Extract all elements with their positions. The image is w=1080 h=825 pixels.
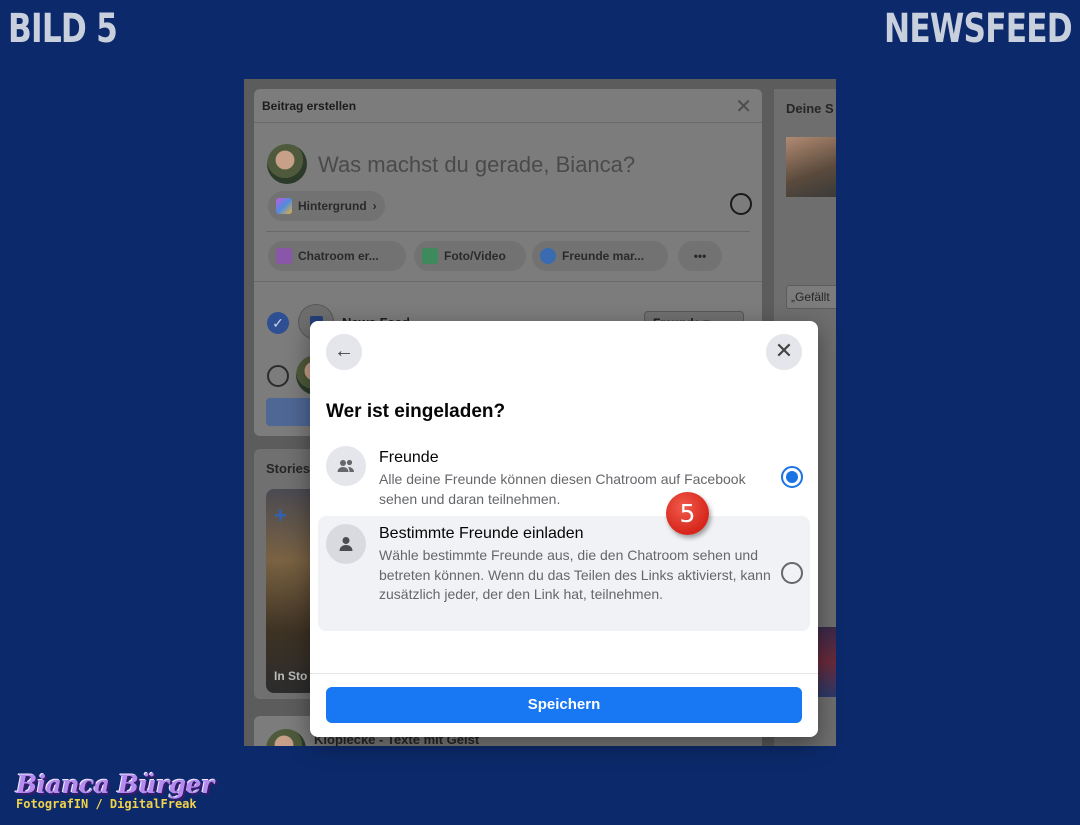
like-button[interactable]: „Gefällt: [786, 285, 836, 309]
invite-dialog: ← ✕ Wer ist eingeladen? Freunde Alle dei…: [310, 321, 818, 737]
option-specific-friends[interactable]: Bestimmte Freunde einladen Wähle bestimm…: [318, 516, 810, 631]
more-icon: •••: [693, 249, 707, 263]
create-post-title: Beitrag erstellen: [262, 99, 357, 113]
option-description: Wähle bestimmte Freunde aus, die den Cha…: [379, 547, 771, 602]
post-prompt[interactable]: Was machst du gerade, Bianca?: [318, 152, 635, 178]
more-button[interactable]: •••: [678, 241, 722, 271]
corner-label-right: NEWSFEED: [884, 6, 1073, 52]
corner-label-left: BILD 5: [8, 6, 118, 52]
tag-friends-label: Freunde mar...: [562, 249, 645, 263]
tag-friends-button[interactable]: Freunde mar...: [532, 241, 668, 271]
chevron-right-icon: ›: [372, 199, 377, 213]
photo-video-button[interactable]: Foto/Video: [414, 241, 526, 271]
background-label: Hintergrund: [298, 199, 367, 213]
background-button[interactable]: Hintergrund ›: [268, 191, 385, 221]
emoji-icon[interactable]: [730, 193, 752, 215]
stories-title: Stories: [266, 461, 311, 476]
option-description: Alle deine Freunde können diesen Chatroo…: [379, 471, 746, 507]
video-room-icon: [276, 248, 292, 264]
tag-friend-icon: [540, 248, 556, 264]
radio-selected[interactable]: [781, 466, 803, 488]
close-icon[interactable]: ✕: [735, 94, 752, 119]
save-button[interactable]: Speichern: [326, 687, 802, 723]
person-icon: [326, 524, 366, 564]
radio-unselected[interactable]: [781, 562, 803, 584]
background-icon: [276, 198, 292, 214]
option-title: Freunde: [379, 449, 439, 466]
story-label: In Sto: [274, 669, 308, 683]
brand-logo: Bianca Bürger FotografIN / DigitalFreak: [16, 770, 214, 811]
profile-photo: [786, 137, 836, 197]
photo-video-label: Foto/Video: [444, 249, 506, 263]
avatar: [267, 144, 307, 184]
checkbox-news-feed[interactable]: ✓: [267, 312, 289, 334]
brand-name: Bianca Bürger: [16, 770, 214, 799]
checkbox-story[interactable]: [267, 365, 289, 387]
close-button[interactable]: ✕: [766, 334, 802, 370]
option-friends[interactable]: Freunde Alle deine Freunde können diesen…: [318, 438, 810, 512]
create-post-header: Beitrag erstellen ✕: [254, 89, 762, 123]
dialog-title: Wer ist eingeladen?: [326, 401, 506, 422]
chatroom-label: Chatroom er...: [298, 249, 379, 263]
media-thumbnail: [816, 627, 836, 697]
step-badge: 5: [666, 492, 709, 535]
divider: [266, 231, 750, 232]
option-title: Bestimmte Freunde einladen: [379, 525, 584, 542]
chatroom-button[interactable]: Chatroom er...: [268, 241, 406, 271]
right-column-title: Deine S: [786, 101, 834, 116]
photo-icon: [422, 248, 438, 264]
back-button[interactable]: ←: [326, 334, 362, 370]
plus-icon[interactable]: +: [274, 503, 287, 529]
divider: [254, 281, 762, 282]
brand-subtitle: FotografIN / DigitalFreak: [16, 797, 197, 811]
divider: [310, 673, 818, 674]
friends-icon: [326, 446, 366, 486]
